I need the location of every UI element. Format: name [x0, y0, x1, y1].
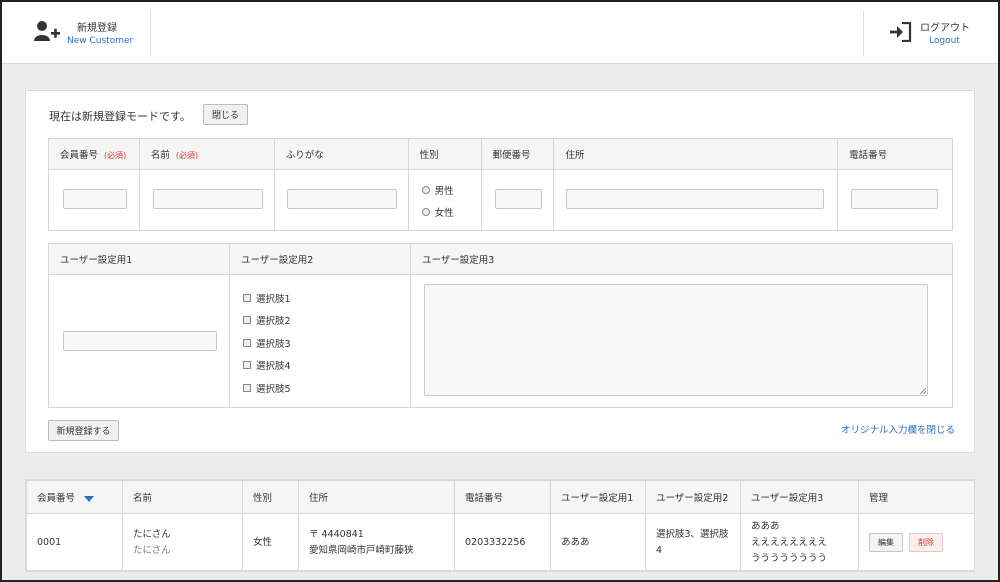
zip-input[interactable] [494, 189, 542, 209]
top-header: 新規登録 New Customer ログアウト Logout [2, 2, 998, 64]
cell-user3: あああ ええええええええ うううううううう [740, 513, 859, 572]
list-col-member-number[interactable]: 会員番号 [26, 480, 123, 514]
member-number-input[interactable] [63, 189, 127, 209]
close-button[interactable]: 閉じる [203, 104, 248, 125]
customer-form-table: 会員番号 (必須) 名前 (必須) ふりがな 性別 郵便番号 住所 電話番号 男性 … [48, 138, 953, 231]
submit-registration-button[interactable]: 新規登録する [48, 420, 119, 441]
col-phone: 電話番号 [837, 138, 953, 170]
add-user-icon [34, 21, 60, 41]
cell-name: たにさん たにさん [122, 513, 243, 572]
logout-label: ログアウト [920, 23, 970, 34]
resize-handle-icon[interactable] [920, 388, 926, 394]
table-row: 0001 たにさん たにさん 女性 〒 4440841 愛知県岡崎市戸崎町藤狭 02… [26, 513, 975, 572]
close-original-fields-link[interactable]: オリジナル入力欄を閉じる [841, 422, 955, 436]
sort-desc-icon[interactable] [84, 495, 95, 502]
list-col-user2: ユーザー設定用2 [645, 480, 741, 514]
cell-phone: 0203332256 [454, 513, 551, 572]
checkbox-icon [243, 316, 251, 324]
checkbox-icon [243, 294, 251, 302]
required-mark: (必須) [175, 151, 199, 160]
user-settings-table: ユーザー設定用1 ユーザー設定用2 ユーザー設定用3 選択肢1 選択肢2 選択肢… [48, 243, 953, 408]
phone-input[interactable] [851, 189, 939, 209]
choice-1-checkbox[interactable]: 選択肢1 [243, 291, 291, 305]
edit-button[interactable]: 編集 [869, 533, 903, 552]
col-gender: 性別 [407, 138, 482, 170]
choice-2-checkbox[interactable]: 選択肢2 [243, 313, 291, 327]
cell-member-number: 0001 [26, 513, 123, 572]
list-col-address: 住所 [298, 480, 455, 514]
registration-panel: 現在は新規登録モードです。 閉じる 会員番号 (必須) 名前 (必須) ふりがな 性… [25, 90, 975, 453]
col-member-number: 会員番号 (必須) [48, 138, 140, 170]
cell-address: 〒 4440841 愛知県岡崎市戸崎町藤狭 [298, 513, 455, 572]
logout-button[interactable]: ログアウト Logout [863, 10, 998, 56]
logout-sublabel: Logout [929, 36, 960, 46]
list-col-gender: 性別 [242, 480, 299, 514]
col-address: 住所 [553, 138, 839, 170]
list-col-manage: 管理 [858, 480, 975, 514]
col-user2: ユーザー設定用2 [229, 243, 411, 275]
new-customer-label: 新規登録 [77, 23, 117, 34]
col-user1: ユーザー設定用1 [48, 243, 230, 275]
user3-textarea[interactable] [424, 284, 928, 396]
logout-icon [890, 22, 912, 42]
new-customer-button[interactable]: 新規登録 New Customer [2, 10, 151, 56]
radio-icon [421, 208, 430, 216]
checkbox-icon [243, 361, 251, 369]
col-furigana: ふりがな [273, 138, 409, 170]
list-col-name: 名前 [122, 480, 243, 514]
customer-list-table: 会員番号 名前 性別 住所 電話番号 ユーザー設定用1 ユーザー設定用2 ユーザ… [26, 480, 975, 572]
address-input[interactable] [566, 189, 825, 209]
delete-button[interactable]: 削除 [909, 533, 943, 552]
cell-user2: 選択肢3、選択肢4 [645, 513, 741, 572]
checkbox-icon [243, 384, 251, 392]
checkbox-icon [243, 339, 251, 347]
choice-4-checkbox[interactable]: 選択肢4 [243, 358, 291, 372]
gender-female-radio[interactable]: 女性 [421, 205, 454, 219]
col-name: 名前 (必須) [138, 138, 275, 170]
mode-text: 現在は新規登録モードです。 [49, 110, 191, 123]
cell-gender: 女性 [242, 513, 299, 572]
customer-list: 会員番号 名前 性別 住所 電話番号 ユーザー設定用1 ユーザー設定用2 ユーザ… [25, 479, 975, 572]
cell-user1: あああ [550, 513, 646, 572]
user1-input[interactable] [63, 331, 217, 351]
cell-manage: 編集 削除 [858, 513, 975, 572]
choice-5-checkbox[interactable]: 選択肢5 [243, 381, 291, 395]
gender-male-radio[interactable]: 男性 [421, 183, 454, 197]
furigana-input[interactable] [286, 189, 397, 209]
name-input[interactable] [152, 189, 263, 209]
list-col-user3: ユーザー設定用3 [740, 480, 859, 514]
col-user3: ユーザー設定用3 [410, 243, 953, 275]
list-col-phone: 電話番号 [454, 480, 551, 514]
list-col-user1: ユーザー設定用1 [550, 480, 646, 514]
choice-3-checkbox[interactable]: 選択肢3 [243, 336, 291, 350]
col-zip: 郵便番号 [480, 138, 555, 170]
new-customer-sublabel: New Customer [67, 36, 134, 46]
required-mark: (必須) [104, 151, 127, 160]
radio-icon [421, 186, 430, 194]
